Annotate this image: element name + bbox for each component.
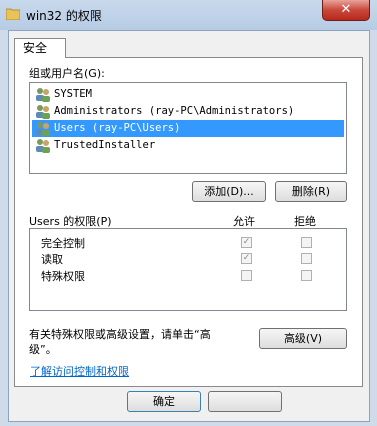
help-link[interactable]: 了解访问控制和权限 xyxy=(30,363,129,379)
permission-label: 完全控制 xyxy=(41,237,85,250)
list-item[interactable]: TrustedInstaller xyxy=(32,137,344,154)
permissions-header: Users 的权限(P) xyxy=(29,215,112,228)
ok-button[interactable]: 确定 xyxy=(127,391,201,412)
user-group-icon xyxy=(36,88,50,102)
close-button[interactable]: ✕ xyxy=(322,0,370,21)
add-button[interactable]: 添加(D)... xyxy=(192,181,266,202)
cancel-button[interactable] xyxy=(208,391,282,412)
special-deny-checkbox[interactable] xyxy=(301,270,312,281)
permission-label: 特殊权限 xyxy=(41,270,85,283)
allow-header: 允许 xyxy=(233,215,255,228)
special-allow-checkbox[interactable] xyxy=(241,270,252,281)
permission-label: 读取 xyxy=(41,253,63,266)
full-control-deny-checkbox[interactable] xyxy=(301,237,312,248)
user-list[interactable]: SYSTEM Administrators (ray-PC\Administra… xyxy=(29,82,347,174)
list-item-selected[interactable]: Users (ray-PC\Users) xyxy=(32,120,344,137)
read-deny-checkbox[interactable] xyxy=(301,253,312,264)
tab-security[interactable]: 安全 xyxy=(14,38,66,58)
user-name: Users (ray-PC\Users) xyxy=(54,122,181,134)
user-name: TrustedInstaller xyxy=(54,139,156,151)
advanced-hint-line2: 级”。 xyxy=(29,343,57,356)
full-control-allow-checkbox[interactable]: ✓ xyxy=(241,237,252,248)
user-group-icon xyxy=(36,105,50,119)
permissions-list: 完全控制 ✓ 读取 ✓ 特殊权限 xyxy=(29,228,347,311)
user-group-icon xyxy=(36,139,50,153)
user-name: SYSTEM xyxy=(54,88,92,100)
groups-label: 组或用户名(G): xyxy=(29,67,105,80)
remove-button[interactable]: 删除(R) xyxy=(275,181,347,202)
list-item[interactable]: Administrators (ray-PC\Administrators) xyxy=(32,103,344,120)
read-allow-checkbox[interactable]: ✓ xyxy=(241,253,252,264)
list-item[interactable]: SYSTEM xyxy=(32,86,344,103)
advanced-hint-line1: 有关特殊权限或高级设置，请单击“高 xyxy=(29,328,211,341)
folder-icon xyxy=(6,8,20,20)
user-name: Administrators (ray-PC\Administrators) xyxy=(54,105,295,117)
user-group-icon xyxy=(36,122,50,136)
title-bar: win32 的权限 ✕ xyxy=(0,0,377,30)
advanced-button[interactable]: 高级(V) xyxy=(259,328,347,349)
window-title: win32 的权限 xyxy=(26,9,102,23)
deny-header: 拒绝 xyxy=(294,215,316,228)
